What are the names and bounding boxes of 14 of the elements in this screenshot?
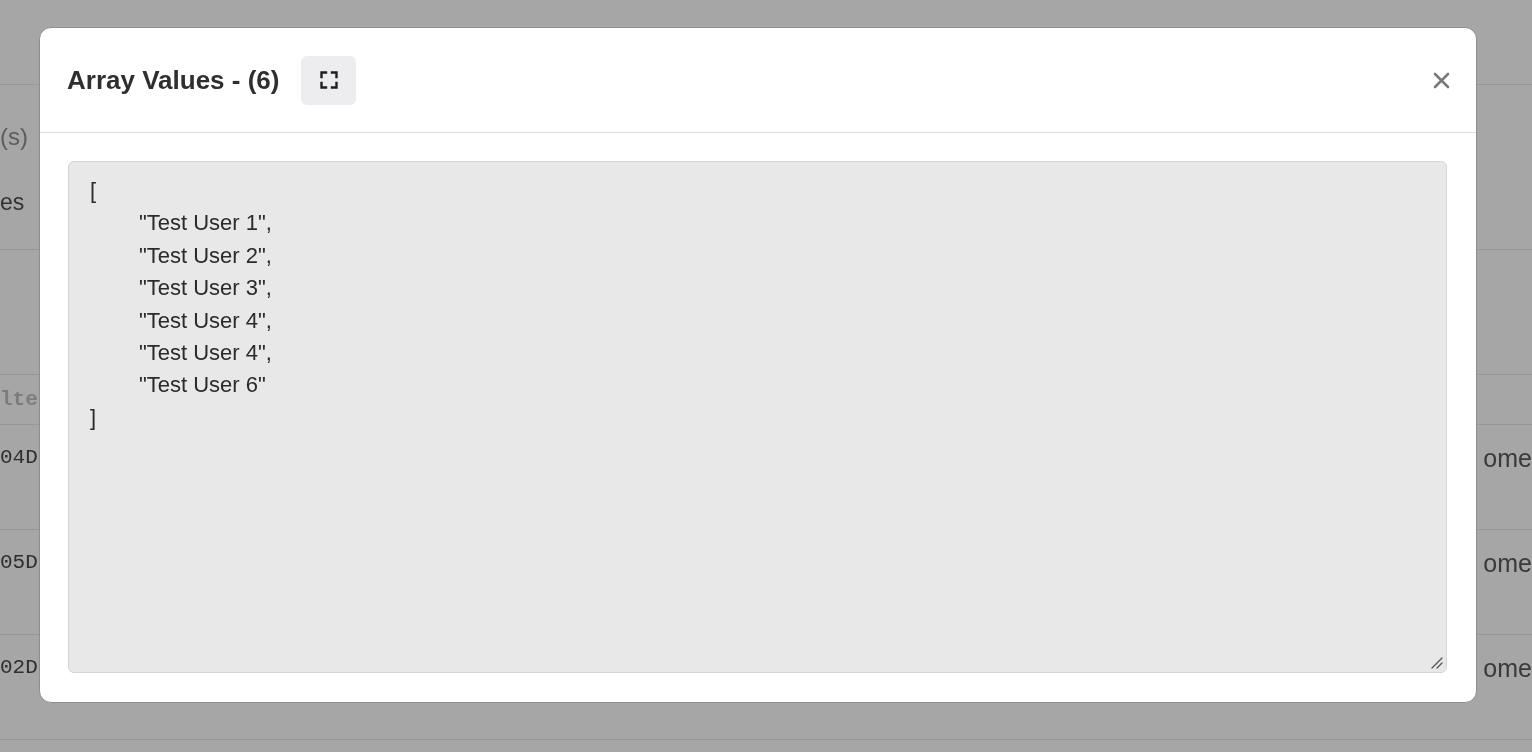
array-text-area[interactable]: [ "Test User 1", "Test User 2", "Test User 3", "Test User 4", "Test User 4", "Test User 6" ]: [68, 161, 1447, 673]
resize-handle-icon[interactable]: [1431, 657, 1443, 669]
dialog-title: Array Values - (6): [67, 64, 280, 96]
section-label: es: [0, 188, 25, 217]
table-cell: ome: [1483, 548, 1532, 578]
table-cell-text: 04D: [0, 445, 38, 471]
table-cell-text: 02D: [0, 655, 38, 681]
table-cell: ome: [1483, 653, 1532, 683]
table-cell-text: 05D: [0, 550, 38, 576]
close-button[interactable]: [1433, 71, 1450, 89]
table-cell: ome: [1483, 443, 1532, 473]
expand-button[interactable]: [301, 55, 357, 105]
section-label: (s): [0, 122, 28, 152]
expand-icon: [319, 71, 338, 89]
